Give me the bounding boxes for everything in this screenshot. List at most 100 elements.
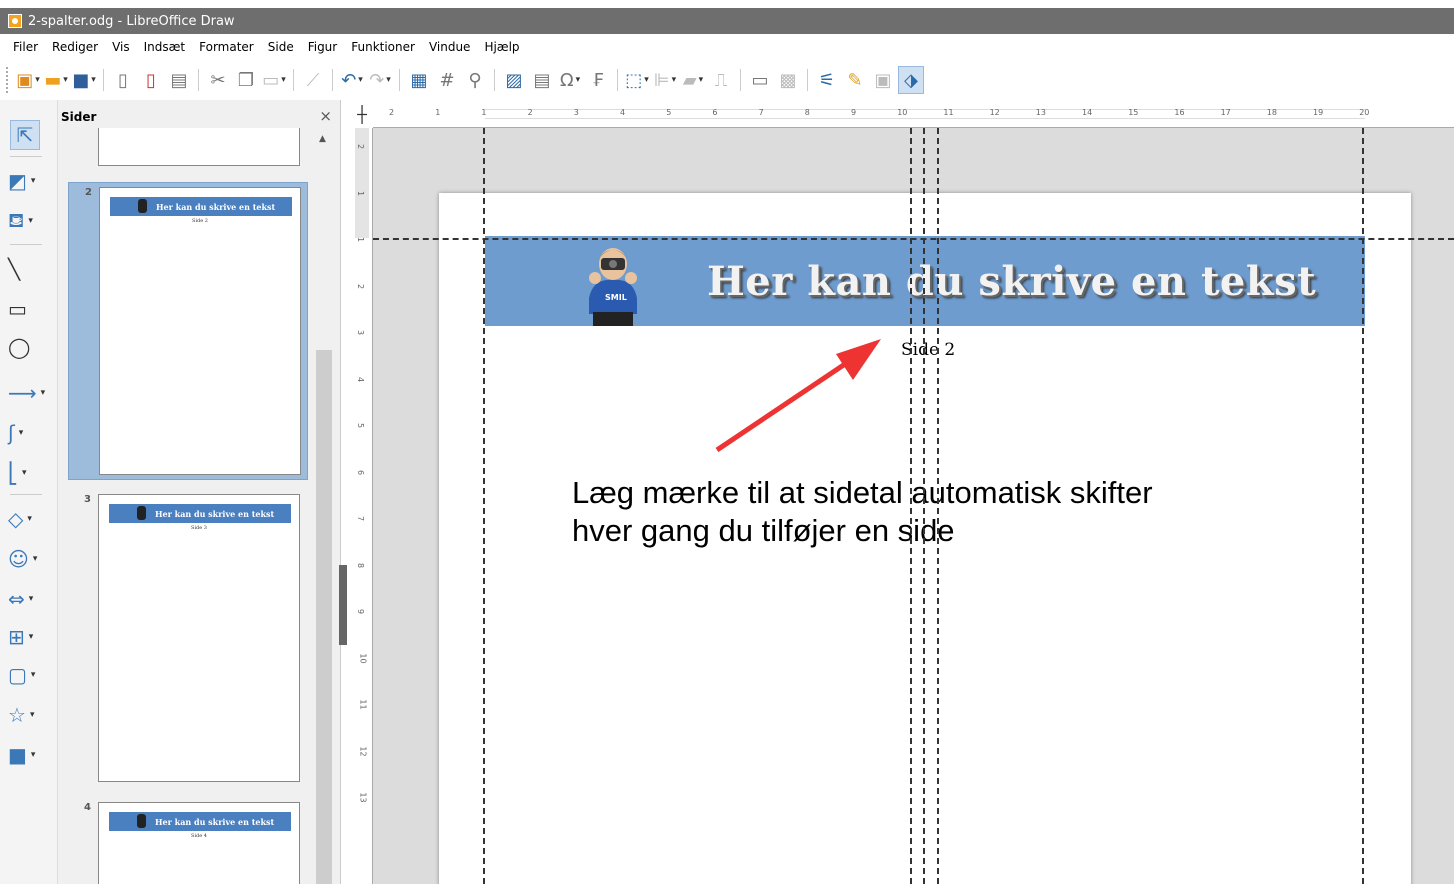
basic-shapes-icon[interactable]: ◇ ▾ xyxy=(8,504,52,534)
callouts-icon[interactable]: ▢ ▾ xyxy=(8,660,52,690)
ruler-tick-label: 5 xyxy=(666,108,672,117)
stars-icon[interactable]: ☆ ▾ xyxy=(8,700,52,730)
page-number: 2 xyxy=(85,187,92,198)
separator xyxy=(332,69,333,91)
menu-side[interactable]: Side xyxy=(261,38,301,56)
mascot-image xyxy=(137,814,146,828)
chevron-up-icon[interactable]: ▲ xyxy=(319,134,326,144)
ruler-tick-label: 19 xyxy=(1313,108,1324,117)
ruler-tick-label: 13 xyxy=(358,792,368,803)
undo-icon[interactable]: ↶ ▾ xyxy=(339,66,365,94)
menu-filer[interactable]: Filer xyxy=(6,38,45,56)
ruler-origin-icon: ┼ xyxy=(351,100,373,128)
snap-line-vertical[interactable] xyxy=(937,128,939,884)
rectangle-icon[interactable]: ▭ xyxy=(8,294,52,324)
page-number: 3 xyxy=(84,494,91,505)
separator xyxy=(807,69,808,91)
thumbnail-page: Her kan du skrive en tekst Side 3 xyxy=(98,494,300,782)
select-icon[interactable]: ⬗ xyxy=(898,66,924,94)
fill-color-icon[interactable]: ⛾ ▾ xyxy=(8,206,52,236)
ruler-tick-label: 9 xyxy=(356,608,366,615)
copy-icon[interactable]: ❐ xyxy=(233,66,259,94)
arrange-icon[interactable]: ▰ ▾ xyxy=(680,66,706,94)
save-icon[interactable]: ■ ▾ xyxy=(71,66,97,94)
scrollbar-thumb[interactable] xyxy=(316,350,332,884)
libreoffice-draw-icon xyxy=(8,14,22,28)
ruler-tick-label: 16 xyxy=(1174,108,1185,117)
align-icon[interactable]: ⊫ ▾ xyxy=(652,66,678,94)
ruler-tick-label: 2 xyxy=(527,108,533,117)
export-icon[interactable]: ▯ xyxy=(110,66,136,94)
menu-formater[interactable]: Formater xyxy=(192,38,261,56)
arrow-line xyxy=(715,353,859,453)
page-thumbnail-2[interactable]: 2 Her kan du skrive en tekst Side 2 xyxy=(68,182,308,480)
export-pdf-icon[interactable]: ▯ xyxy=(138,66,164,94)
panel-scrollbar[interactable]: ▲ xyxy=(315,128,333,884)
close-icon[interactable]: × xyxy=(319,107,332,125)
page-thumbnail-4[interactable]: 4 Her kan du skrive en tekst Side 4 xyxy=(68,798,308,884)
zoom-icon[interactable]: ⚲ xyxy=(462,66,488,94)
menu-indsaet[interactable]: Indsæt xyxy=(137,38,193,56)
snap-line-vertical[interactable] xyxy=(483,128,485,884)
horizontal-ruler[interactable]: 2 1 1 2 3 4 5 6 7 8 9 10 11 12 13 14 15 16 17 18 19 20 xyxy=(351,100,1454,128)
window-title: 2-spalter.odg - LibreOffice Draw xyxy=(28,13,235,29)
3d-objects-icon[interactable]: ■ ▾ xyxy=(8,740,52,770)
ruler-tick-label: 2 xyxy=(356,143,366,150)
vertical-ruler[interactable]: 2 1 1 2 3 4 5 6 7 8 9 10 11 12 13 xyxy=(351,128,373,884)
page-thumbnail-3[interactable]: 3 Her kan du skrive en tekst Side 3 xyxy=(68,490,308,788)
shadow-icon[interactable]: ▭ xyxy=(747,66,773,94)
menu-hjaelp[interactable]: Hjælp xyxy=(477,38,526,56)
annotation-arrow[interactable] xyxy=(373,128,1454,884)
points-icon[interactable]: ⚟ xyxy=(814,66,840,94)
curve-icon[interactable]: ʃ ▾ xyxy=(8,418,52,448)
toggle-extrusion-icon[interactable]: ▣ xyxy=(870,66,896,94)
fontwork-icon[interactable]: ₣ xyxy=(585,66,611,94)
open-folder-icon[interactable]: ▬ ▾ xyxy=(43,66,69,94)
menu-figur[interactable]: Figur xyxy=(301,38,345,56)
clone-formatting-icon[interactable]: ⟋ xyxy=(300,66,326,94)
line-icon[interactable]: ╲ xyxy=(8,254,52,284)
ruler-tick-label: 13 xyxy=(1035,108,1046,117)
print-icon[interactable]: ▤ xyxy=(166,66,192,94)
menu-funktioner[interactable]: Funktioner xyxy=(344,38,422,56)
symbol-shapes-icon[interactable]: ☺ ▾ xyxy=(8,544,52,574)
connector-icon[interactable]: ⎣ ▾ xyxy=(8,458,52,488)
line-color-icon[interactable]: ◩ ▾ xyxy=(8,166,52,196)
ruler-tick-label: 20 xyxy=(1359,108,1370,117)
arrow-line-icon[interactable]: ⟶ ▾ xyxy=(8,378,52,408)
block-arrows-icon[interactable]: ⇔ ▾ xyxy=(8,584,52,614)
menu-vis[interactable]: Vis xyxy=(105,38,137,56)
snap-line-vertical[interactable] xyxy=(923,128,925,884)
transform-icon[interactable]: ⬚ ▾ xyxy=(624,66,650,94)
ellipse-icon[interactable]: ◯ xyxy=(8,332,52,362)
panel-collapse-handle[interactable] xyxy=(339,565,347,645)
toolbar-grip[interactable] xyxy=(6,67,10,93)
arrow-head xyxy=(836,339,881,380)
page-thumbnail-1[interactable] xyxy=(68,128,308,170)
menu-rediger[interactable]: Rediger xyxy=(45,38,105,56)
special-character-icon[interactable]: Ω ▾ xyxy=(557,66,583,94)
new-document-icon[interactable]: ▣ ▾ xyxy=(15,66,41,94)
helplines-icon[interactable]: # xyxy=(434,66,460,94)
redo-icon[interactable]: ↷ ▾ xyxy=(367,66,393,94)
drawing-canvas[interactable]: SMIL Her kan du skrive en tekst Side 2 L… xyxy=(373,128,1454,884)
separator xyxy=(198,69,199,91)
flowchart-icon[interactable]: ⊞ ▾ xyxy=(8,622,52,652)
snap-line-horizontal[interactable] xyxy=(373,238,1454,240)
text-box-icon[interactable]: ▤ xyxy=(529,66,555,94)
crop-icon[interactable]: ▩ xyxy=(775,66,801,94)
snap-line-vertical[interactable] xyxy=(1362,128,1364,884)
image-icon[interactable]: ▨ xyxy=(501,66,527,94)
ruler-tick-label: 1 xyxy=(435,108,441,117)
ruler-tick-label: 3 xyxy=(573,108,579,117)
select-icon[interactable]: ⇱ xyxy=(10,120,40,150)
paste-icon[interactable]: ▭ ▾ xyxy=(261,66,287,94)
menu-vindue[interactable]: Vindue xyxy=(422,38,478,56)
cut-icon[interactable]: ✂ xyxy=(205,66,231,94)
glue-points-icon[interactable]: ✎ xyxy=(842,66,868,94)
menu-bar: Filer Rediger Vis Indsæt Formater Side F… xyxy=(0,34,1454,60)
distribute-icon[interactable]: ⎍ xyxy=(708,66,734,94)
ruler-tick-label: 2 xyxy=(356,283,366,289)
grid-icon[interactable]: ▦ xyxy=(406,66,432,94)
snap-line-vertical[interactable] xyxy=(910,128,912,884)
